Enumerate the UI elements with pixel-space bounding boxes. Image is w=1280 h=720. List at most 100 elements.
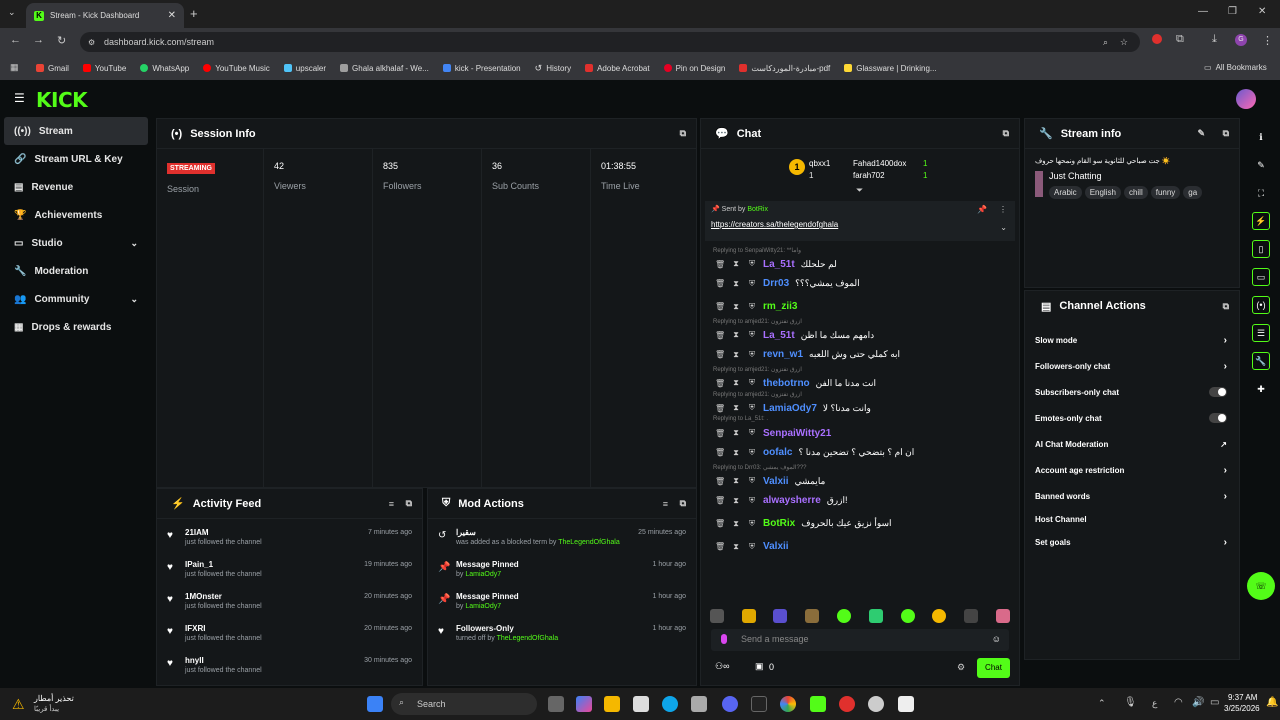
tab-search-icon[interactable]: ⌄ xyxy=(8,7,16,18)
timeout-icon[interactable]: ⧗ xyxy=(731,519,741,529)
popout-icon[interactable]: ⧉ xyxy=(680,128,686,139)
sidebar-item-revenue[interactable]: ▤ Revenue xyxy=(0,173,152,201)
download-icon[interactable]: ⤓ xyxy=(1212,33,1217,46)
ban-shield-icon[interactable]: ⛨ xyxy=(747,259,757,269)
ban-shield-icon[interactable]: ⛨ xyxy=(747,279,757,289)
popout-icon[interactable]: ⧉ xyxy=(1003,128,1009,139)
delete-message-icon[interactable]: 🗑 xyxy=(715,260,725,269)
browser-tab[interactable]: K Stream - Kick Dashboard ✕ xyxy=(26,3,184,28)
slow-mode-action[interactable]: Slow mode › xyxy=(1025,327,1239,353)
emote-icon[interactable] xyxy=(709,609,724,623)
extensions-puzzle-icon[interactable]: ⧉ xyxy=(1176,33,1184,46)
broadcast-icon[interactable]: (•) xyxy=(1252,296,1270,314)
notepad-icon[interactable] xyxy=(898,696,914,712)
sidebar-item-stream[interactable]: ((•)) Stream xyxy=(4,117,148,145)
chat-reply-context[interactable]: Replying to amjed21: ازرق تفتزون xyxy=(701,318,1019,327)
chat-settings-gear-icon[interactable]: ⚙ xyxy=(957,662,965,673)
set-goals-action[interactable]: Set goals › xyxy=(1025,529,1239,555)
pinned-link[interactable]: https://creators.sa/thelegendofghala xyxy=(711,220,838,229)
bookmark-star-icon[interactable]: ☆ xyxy=(1120,37,1128,48)
url-field[interactable]: ⚙ dashboard.kick.com/stream ⌕ ☆ xyxy=(80,32,1140,52)
notification-bell-icon[interactable]: 🔔 xyxy=(1266,697,1278,708)
ban-shield-icon[interactable]: ⛨ xyxy=(747,519,757,529)
moderator-link[interactable]: TheLegendOfGhala xyxy=(497,635,559,642)
volume-icon[interactable]: 🔊 xyxy=(1192,697,1204,708)
ban-shield-icon[interactable]: ⛨ xyxy=(747,350,757,360)
gifter-name[interactable]: farah702 xyxy=(853,171,885,180)
sidebar-item-moderation[interactable]: 🔧 Moderation xyxy=(0,257,152,285)
bookmark-youtube[interactable]: YouTube xyxy=(82,64,126,73)
chat-input[interactable]: Send a message ☺ xyxy=(711,629,1009,651)
ban-shield-icon[interactable]: ⛨ xyxy=(747,428,757,438)
delete-message-icon[interactable]: 🗑 xyxy=(715,302,725,311)
kick-logo[interactable]: KICK xyxy=(36,88,88,112)
unpin-icon[interactable]: 📌 xyxy=(977,205,987,214)
moderator-link[interactable]: TheLegendOfGhala xyxy=(558,539,620,546)
emote-icon[interactable] xyxy=(900,609,915,623)
chat-username[interactable]: alwaysherre xyxy=(763,495,821,506)
chat-username[interactable]: SenpaiWitty21 xyxy=(763,428,831,439)
chat-username[interactable]: La_51t xyxy=(763,330,795,341)
ai-moderation-action[interactable]: AI Chat Moderation ↗ xyxy=(1025,431,1239,457)
chat-username[interactable]: La_51t xyxy=(763,259,795,270)
chevron-down-icon[interactable]: ⌄ xyxy=(1000,223,1007,232)
chat-username[interactable]: Drr03 xyxy=(763,278,789,289)
tray-chevron-icon[interactable]: ⌃ xyxy=(1098,698,1106,709)
chat-username[interactable]: thebotrno xyxy=(763,378,810,389)
phone-icon[interactable]: ▯ xyxy=(1252,240,1270,258)
chat-reply-context[interactable]: Replying to amjed21: ازرق تفتزون xyxy=(701,366,1019,375)
delete-message-icon[interactable]: 🗑 xyxy=(715,404,725,413)
extension-icon[interactable] xyxy=(1152,34,1162,44)
site-info-icon[interactable]: ⚙ xyxy=(88,38,95,47)
filter-icon[interactable]: ≡ xyxy=(663,499,668,509)
gifter-name[interactable]: Fahad1400dox xyxy=(853,159,906,168)
store-icon[interactable] xyxy=(633,696,649,712)
popout-icon[interactable]: ⧉ xyxy=(1223,301,1229,312)
timeout-icon[interactable]: ⧗ xyxy=(731,542,741,552)
wrench-icon[interactable]: 🔧 xyxy=(1252,352,1270,370)
ban-shield-icon[interactable]: ⛨ xyxy=(747,448,757,458)
sidebar-item-community[interactable]: 👥 Community ⌄ xyxy=(0,285,152,313)
delete-message-icon[interactable]: 🗑 xyxy=(715,542,725,551)
language-indicator[interactable]: ع xyxy=(1152,698,1157,709)
timeout-icon[interactable]: ⧗ xyxy=(731,476,741,486)
moderator-link[interactable]: LamiaOdy7 xyxy=(465,603,501,610)
file-explorer-icon[interactable] xyxy=(604,696,620,712)
chat-username[interactable]: Valxii xyxy=(763,541,789,552)
more-options-icon[interactable]: ⋮ xyxy=(999,205,1007,214)
bookmark-glassware[interactable]: Glassware | Drinking... xyxy=(844,64,937,73)
profile-avatar-icon[interactable]: G xyxy=(1235,34,1247,46)
minimize-icon[interactable]: — xyxy=(1198,6,1208,17)
chat-icon[interactable]: ▭ xyxy=(1252,268,1270,286)
add-widget-icon[interactable]: ✚ xyxy=(1252,380,1270,398)
sidebar-item-drops-rewards[interactable]: ▦ Drops & rewards xyxy=(0,313,152,341)
category-thumbnail[interactable] xyxy=(1035,171,1043,197)
bookmark-pdf[interactable]: مبادرة-الموردكاست-pdf xyxy=(739,64,830,73)
close-tab-icon[interactable]: ✕ xyxy=(168,10,176,21)
pinned-sender[interactable]: BotRix xyxy=(747,206,768,213)
back-icon[interactable]: ← xyxy=(10,34,21,46)
emote-icon[interactable] xyxy=(868,609,883,623)
bookmark-upscaler[interactable]: upscaler xyxy=(283,64,326,73)
app-icon[interactable] xyxy=(839,696,855,712)
timeout-icon[interactable]: ⧗ xyxy=(731,496,741,506)
menu-kebab-icon[interactable]: ⋮ xyxy=(1262,34,1273,47)
delete-message-icon[interactable]: 🗑 xyxy=(715,448,725,457)
reload-icon[interactable]: ↻ xyxy=(57,34,66,47)
timeout-icon[interactable]: ⧗ xyxy=(731,403,741,413)
bookmark-kick-presentation[interactable]: kick - Presentation xyxy=(442,64,521,73)
kick-app-icon[interactable] xyxy=(810,696,826,712)
emote-icon[interactable] xyxy=(837,609,852,623)
ban-shield-icon[interactable]: ⛨ xyxy=(747,542,757,552)
all-bookmarks[interactable]: ▭ All Bookmarks xyxy=(1204,63,1267,72)
obs-icon[interactable] xyxy=(868,696,884,712)
snipping-tool-icon[interactable] xyxy=(691,696,707,712)
ban-shield-icon[interactable]: ⛨ xyxy=(747,403,757,413)
bookmark-adobe[interactable]: Adobe Acrobat xyxy=(585,64,650,73)
ban-shield-icon[interactable]: ⛨ xyxy=(747,302,757,312)
discord-icon[interactable] xyxy=(722,696,738,712)
emote-icon[interactable] xyxy=(741,609,756,623)
followers-only-action[interactable]: Followers-only chat › xyxy=(1025,353,1239,379)
banned-words-action[interactable]: Banned words › xyxy=(1025,483,1239,509)
emote-icon[interactable] xyxy=(964,609,979,623)
